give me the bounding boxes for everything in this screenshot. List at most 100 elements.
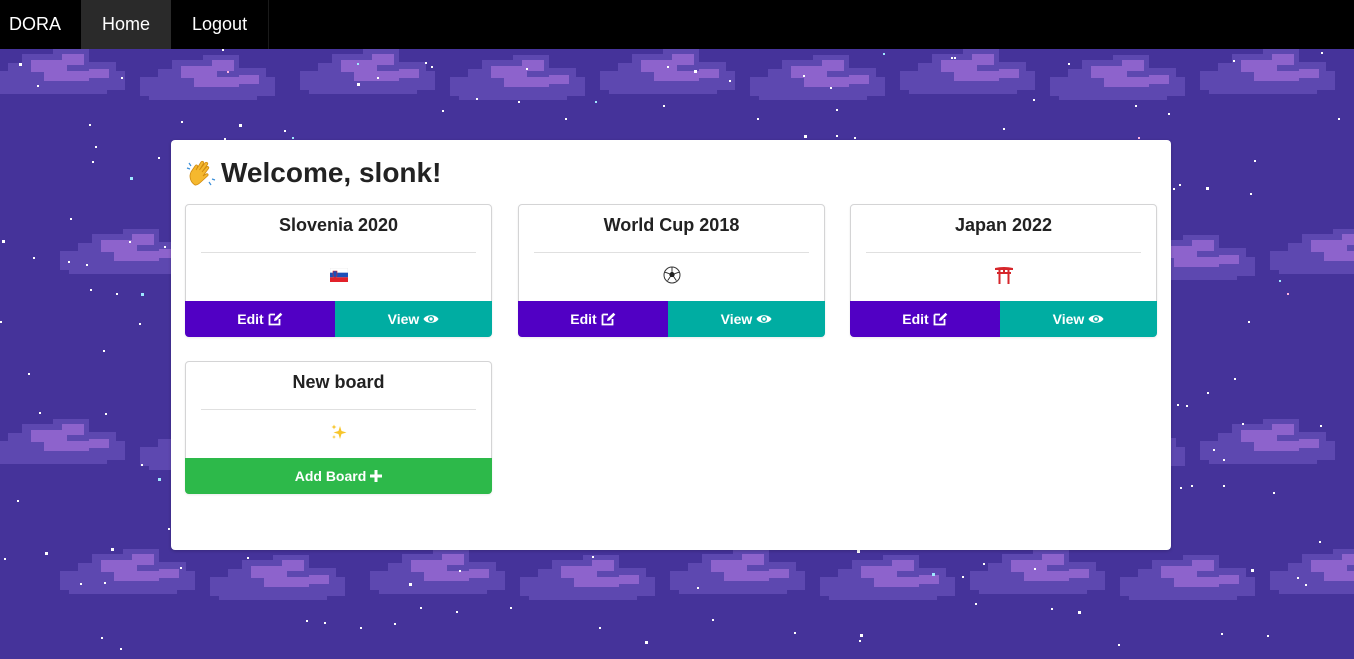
star-decoration <box>954 57 956 59</box>
nav-home[interactable]: Home <box>81 0 172 49</box>
star-decoration <box>116 293 118 295</box>
star-decoration <box>803 75 805 77</box>
sparkles-icon <box>330 423 348 446</box>
star-decoration <box>377 77 379 79</box>
star-decoration <box>1319 541 1321 543</box>
board-card-japan-2022: Japan 2022 Edit View <box>850 204 1157 337</box>
star-decoration <box>836 109 838 111</box>
star-decoration <box>592 556 594 558</box>
star-decoration <box>1223 459 1225 461</box>
waving-hand-icon <box>185 157 217 189</box>
star-decoration <box>476 98 478 100</box>
top-navbar: DORA Home Logout <box>0 0 1354 49</box>
soccer-ball-icon <box>663 266 681 289</box>
star-decoration <box>859 640 861 642</box>
star-decoration <box>595 101 597 103</box>
star-decoration <box>1213 449 1215 451</box>
star-decoration <box>854 137 856 139</box>
plus-icon <box>370 470 383 482</box>
star-decoration <box>1305 584 1307 586</box>
star-decoration <box>90 289 92 291</box>
star-decoration <box>1338 118 1340 120</box>
card-divider <box>866 252 1141 253</box>
edit-board-button[interactable]: Edit <box>850 301 1000 337</box>
star-decoration <box>168 528 170 530</box>
view-board-button[interactable]: View <box>1000 301 1157 337</box>
star-decoration <box>1223 485 1225 487</box>
edit-icon <box>268 312 283 326</box>
star-decoration <box>70 218 72 220</box>
star-decoration <box>459 570 461 572</box>
edit-board-button[interactable]: Edit <box>518 301 668 337</box>
star-decoration <box>1233 60 1235 62</box>
star-decoration <box>794 632 796 634</box>
star-decoration <box>975 603 977 605</box>
star-decoration <box>1321 52 1323 54</box>
star-decoration <box>28 373 30 375</box>
star-decoration <box>729 80 731 82</box>
star-decoration <box>951 57 953 59</box>
dashboard-panel: Welcome, slonk! Slovenia 2020 Edit View … <box>171 140 1171 550</box>
star-decoration <box>1186 405 1188 407</box>
view-board-button[interactable]: View <box>335 301 492 337</box>
star-decoration <box>1078 611 1081 614</box>
add-board-label: Add Board <box>294 468 367 484</box>
edit-label: Edit <box>237 311 264 327</box>
star-decoration <box>1251 569 1254 572</box>
star-decoration <box>284 130 286 132</box>
star-decoration <box>239 124 242 127</box>
view-board-button[interactable]: View <box>668 301 825 337</box>
star-decoration <box>510 607 512 609</box>
nav-logout[interactable]: Logout <box>171 0 270 49</box>
star-decoration <box>1297 577 1299 579</box>
star-decoration <box>1003 128 1005 130</box>
edit-label: Edit <box>902 311 929 327</box>
star-decoration <box>1242 423 1244 425</box>
star-decoration <box>92 161 94 163</box>
star-decoration <box>292 137 294 139</box>
star-decoration <box>1206 187 1209 190</box>
star-decoration <box>394 623 396 625</box>
board-card-world-cup-2018: World Cup 2018 Edit View <box>518 204 825 337</box>
star-decoration <box>103 350 105 352</box>
star-decoration <box>357 63 359 65</box>
star-decoration <box>306 620 308 622</box>
card-divider <box>534 252 809 253</box>
star-decoration <box>1177 404 1179 406</box>
brand-logo[interactable]: DORA <box>0 0 81 49</box>
star-decoration <box>1180 487 1182 489</box>
star-decoration <box>1173 188 1175 190</box>
star-decoration <box>19 63 22 66</box>
star-decoration <box>86 264 88 266</box>
star-decoration <box>883 53 885 55</box>
add-board-button[interactable]: Add Board <box>185 458 492 494</box>
star-decoration <box>712 619 714 621</box>
star-decoration <box>1234 378 1236 380</box>
star-decoration <box>663 105 665 107</box>
star-decoration <box>1287 293 1289 295</box>
star-decoration <box>139 323 141 325</box>
welcome-heading: Welcome, slonk! <box>185 157 441 189</box>
torii-gate-icon <box>994 266 1014 289</box>
star-decoration <box>1248 321 1250 323</box>
star-decoration <box>158 478 161 481</box>
card-divider <box>201 252 476 253</box>
view-label: View <box>720 311 753 327</box>
star-decoration <box>420 607 422 609</box>
star-decoration <box>80 583 82 585</box>
star-decoration <box>860 634 863 637</box>
star-decoration <box>158 157 160 159</box>
star-decoration <box>694 70 697 73</box>
board-title: Japan 2022 <box>954 215 1053 235</box>
star-decoration <box>983 563 985 565</box>
edit-board-button[interactable]: Edit <box>185 301 335 337</box>
board-title: Slovenia 2020 <box>278 215 399 235</box>
star-decoration <box>164 246 166 248</box>
star-decoration <box>2 240 5 243</box>
star-decoration <box>222 49 224 51</box>
star-decoration <box>1273 492 1275 494</box>
edit-label: Edit <box>570 311 597 327</box>
star-decoration <box>1051 608 1053 610</box>
star-decoration <box>141 293 144 296</box>
eye-icon <box>756 313 772 325</box>
